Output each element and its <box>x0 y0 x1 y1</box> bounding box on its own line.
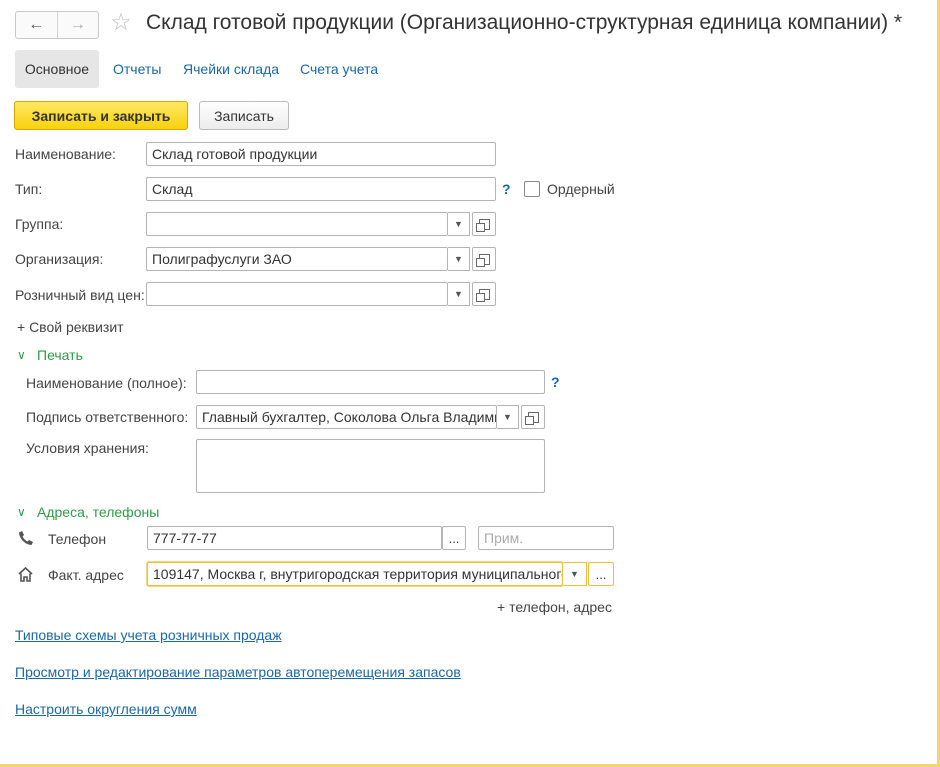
open-form-icon <box>524 411 539 425</box>
retail-price-type-open-button[interactable] <box>472 282 496 306</box>
phone-note-field[interactable]: Прим. <box>478 526 614 550</box>
responsible-signature-open-button[interactable] <box>521 405 545 429</box>
organization-field[interactable]: Полиграфуслуги ЗАО <box>146 247 448 271</box>
responsible-signature-dropdown-button[interactable]: ▼ <box>497 405 519 429</box>
retail-price-type-dropdown-button[interactable]: ▼ <box>448 282 470 306</box>
window-title: Склад готовой продукции (Организационно-… <box>146 11 903 34</box>
star-icon[interactable]: ☆ <box>108 10 134 36</box>
name-field[interactable]: Склад готовой продукции <box>146 142 496 166</box>
actual-address-dropdown-button[interactable]: ▼ <box>563 562 587 586</box>
full-name-field[interactable] <box>196 370 545 394</box>
navigation-buttons: ← → <box>15 11 99 39</box>
responsible-signature-label: Подпись ответственного: <box>26 409 189 425</box>
full-name-help-icon[interactable]: ? <box>551 374 560 390</box>
organization-open-button[interactable] <box>472 247 496 271</box>
print-section-header[interactable]: Печать <box>37 347 83 363</box>
phone-edit-button[interactable]: ... <box>442 526 466 550</box>
actual-address-edit-button[interactable]: ... <box>588 562 614 586</box>
phone-label: Телефон <box>48 531 107 547</box>
orderly-checkbox-label: Ордерный <box>547 181 615 197</box>
phone-icon <box>18 530 34 546</box>
retail-price-type-field[interactable] <box>146 282 448 306</box>
group-open-button[interactable] <box>472 212 496 236</box>
organization-dropdown-button[interactable]: ▼ <box>448 247 470 271</box>
full-name-label: Наименование (полное): <box>26 375 187 391</box>
home-icon <box>17 566 34 583</box>
group-field[interactable] <box>146 212 448 236</box>
orderly-checkbox[interactable] <box>524 181 540 197</box>
rounding-settings-link[interactable]: Настроить округления сумм <box>15 701 197 717</box>
add-custom-attribute-link[interactable]: + Свой реквизит <box>17 319 124 335</box>
open-form-icon <box>475 288 490 302</box>
type-help-icon[interactable]: ? <box>502 181 511 197</box>
save-and-close-button[interactable]: Записать и закрыть <box>14 101 188 130</box>
retail-price-type-label: Розничный вид цен: <box>15 287 145 303</box>
type-field[interactable]: Склад <box>146 177 496 201</box>
open-form-icon <box>475 218 490 232</box>
responsible-signature-field[interactable]: Главный бухгалтер, Соколова Ольга Владим… <box>196 405 497 429</box>
tab-main[interactable]: Основное <box>15 50 99 88</box>
actual-address-field[interactable]: 109147, Москва г, внутригородская террит… <box>147 562 563 586</box>
contacts-section-header[interactable]: Адреса, телефоны <box>37 504 159 520</box>
group-label: Группа: <box>15 216 64 232</box>
organization-label: Организация: <box>15 251 104 267</box>
chevron-down-icon[interactable]: ∨ <box>17 348 26 362</box>
chevron-down-icon[interactable]: ∨ <box>17 505 26 519</box>
forward-button[interactable]: → <box>56 12 99 38</box>
group-dropdown-button[interactable]: ▼ <box>448 212 470 236</box>
back-button[interactable]: ← <box>16 12 57 38</box>
storage-conditions-label: Условия хранения: <box>26 440 149 456</box>
save-button[interactable]: Записать <box>199 101 289 130</box>
name-label: Наименование: <box>15 146 116 162</box>
phone-field[interactable]: 777-77-77 <box>147 526 442 550</box>
tab-reports[interactable]: Отчеты <box>113 61 161 78</box>
tab-accounts[interactable]: Счета учета <box>300 61 378 78</box>
add-phone-address-link[interactable]: + телефон, адрес <box>497 599 612 615</box>
storage-conditions-textarea[interactable] <box>196 439 545 493</box>
type-label: Тип: <box>15 181 43 197</box>
retail-sales-schemes-link[interactable]: Типовые схемы учета розничных продаж <box>15 627 282 643</box>
actual-address-label: Факт. адрес <box>48 567 124 583</box>
auto-transfer-params-link[interactable]: Просмотр и редактирование параметров авт… <box>15 664 461 680</box>
tab-warehouse-cells[interactable]: Ячейки склада <box>183 61 279 78</box>
open-form-icon <box>475 253 490 267</box>
